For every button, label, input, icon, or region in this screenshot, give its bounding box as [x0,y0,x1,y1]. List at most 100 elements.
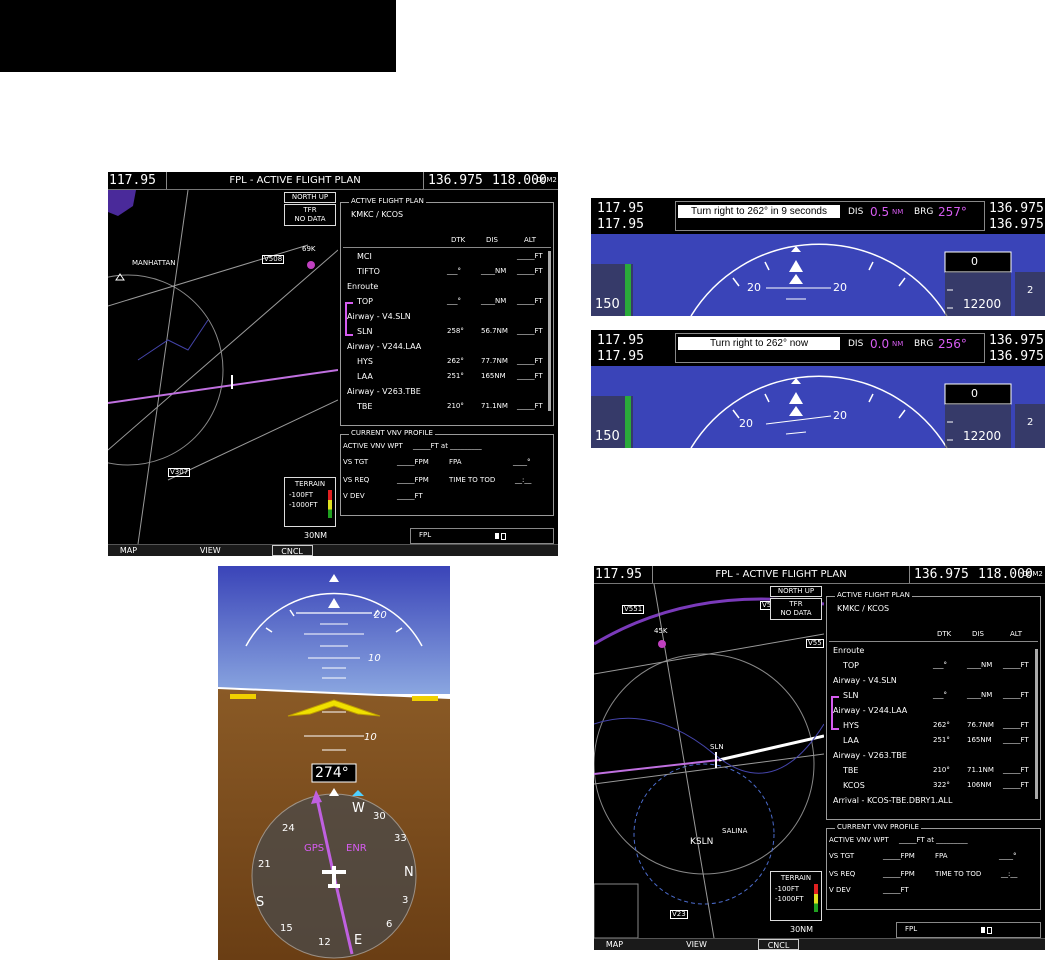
fpl-row[interactable]: KCOS 322° 106NM _____FT [827,780,1033,793]
active-leg-bracket [831,696,839,730]
fpl-row[interactable]: LAA 251° 165NM _____FT [341,371,547,384]
softkey[interactable] [353,545,394,556]
mfd2-vs-tgt-value: _____FPM [883,852,915,860]
fpl-row-name: Airway - V263.TBE [833,751,907,760]
fpl-row-dis: ____NM [481,267,507,275]
mfd1-vs-req-label: VS REQ [343,476,370,484]
softkey[interactable] [1004,939,1045,950]
mfd1-ttod-label: TIME TO TOD [449,476,496,484]
mfd1-fpl-tab[interactable]: FPL [410,528,554,544]
softkey[interactable] [963,939,1004,950]
fpl-row[interactable]: TBE 210° 71.1NM _____FT [341,401,547,414]
mfd1-com2-standby[interactable]: 136.975 [428,172,483,189]
fpl-row[interactable]: TOP ___° ____NM _____FT [827,660,1033,673]
mfd2-tfr-status: NO DATA [780,609,812,617]
mfd1-north-up-button[interactable]: NORTH UP [284,192,336,203]
fpl-row[interactable]: SLN 258° 56.7NM _____FT [341,326,547,339]
pfd-turn-message-2: 117.95 117.95 Turn right to 262° now DIS… [591,330,1045,448]
mfd2-vnv-panel: CURRENT VNV PROFILE ACTIVE VNV WPT _____… [826,823,1041,910]
softkey[interactable] [840,939,881,950]
softkey[interactable] [476,545,517,556]
fpl-row[interactable]: Airway - V4.SLN [341,311,547,324]
softkey[interactable] [231,545,272,556]
softkey[interactable] [799,939,840,950]
mfd2-north-up-button[interactable]: NORTH UP [770,586,822,597]
fpl-row[interactable]: TBE 210° 71.1NM _____FT [827,765,1033,778]
fpl-row-alt: _____FT [1003,661,1029,669]
mfd1-vs-tgt-label: VS TGT [343,458,369,466]
mfd1-route: KMKC / KCOS [351,210,404,219]
fpl-row[interactable]: LAA 251° 165NM _____FT [827,735,1033,748]
mfd2-page-title: FPL - ACTIVE FLIGHT PLAN [652,566,910,583]
fpl-row-name: TOP [843,661,860,670]
mfd1-tfr-label: TFR [303,206,317,214]
mfd2-tfr-box: TFR NO DATA [770,598,822,620]
softkey[interactable] [517,545,558,556]
mfd1-ttod-value: __:__ [515,476,532,484]
mfd2-vnv-title: CURRENT VNV PROFILE [835,823,921,831]
fpl-row[interactable]: Enroute [341,281,547,294]
softkey[interactable] [717,939,758,950]
fpl-row[interactable]: Enroute [827,645,1033,658]
mfd1-range[interactable]: 30NM [304,532,327,540]
mfd2-com2-standby[interactable]: 136.975 [914,566,969,583]
mfd2-fpl-label: FPL [905,925,918,933]
softkey[interactable] [435,545,476,556]
mfd2-com1-active[interactable]: 117.95 [595,566,642,583]
pfd2-altitude-12200: 12200 [963,429,1002,443]
mfd2-fpa-label: FPA [935,852,948,860]
fpl-row-alt: _____FT [1003,721,1029,729]
mfd1-afp-scrollbar[interactable] [548,251,551,411]
softkey[interactable] [313,545,354,556]
fpl-row-dtk: 258° [447,327,464,335]
fpl-row[interactable]: Airway - V4.SLN [827,675,1033,688]
fpl-row[interactable]: Airway - V263.TBE [827,750,1033,763]
softkey[interactable]: VIEW [190,545,231,556]
mfd1-com1-active[interactable]: 117.95 [109,172,156,189]
mfd1-terrain-label: TERRAIN [294,480,326,488]
compass-label-21: 21 [258,859,271,870]
mfd2-range[interactable]: 30NM [790,926,813,934]
mfd2-page-indicator-2 [987,927,992,934]
fpl-row[interactable]: Airway - V244.LAA [341,341,547,354]
mfd2-vdev-label: V DEV [829,886,851,894]
softkey[interactable]: CNCL VNV [758,939,799,950]
softkey[interactable] [922,939,963,950]
fpl-row[interactable]: TOP ___° ____NM _____FT [341,296,547,309]
mfd2-ttod-value: __:__ [1001,870,1018,878]
mfd1-alt-69k: 69K [302,245,316,253]
softkey[interactable]: CNCL VNV [271,545,313,556]
fpl-row-name: Airway - V4.SLN [833,676,897,685]
fpl-row[interactable]: SLN ___° ____NM _____FT [827,690,1033,703]
softkey[interactable]: VIEW [676,939,717,950]
fpl-row-alt: _____FT [1003,736,1029,744]
fpl-row[interactable]: MCI _____FT [341,251,547,264]
compass-label-n: N [404,865,414,880]
softkey[interactable] [149,545,190,556]
softkey[interactable] [394,545,435,556]
fpl-row[interactable]: TIFTO ___° ____NM _____FT [341,266,547,279]
mfd2-fpl-tab[interactable]: FPL [896,922,1041,938]
mfd1-page-indicator [495,533,499,539]
fpl-row[interactable]: Airway - V244.LAA [827,705,1033,718]
fpl-row-name: TBE [843,766,859,775]
fpl-row-alt: _____FT [517,297,543,305]
softkey[interactable] [635,939,676,950]
mfd2-afp-scrollbar[interactable] [1035,649,1038,799]
pfd1-pitch-label-20: 20 [747,281,761,294]
softkey[interactable] [881,939,922,950]
fpl-row-name: HYS [843,721,859,730]
softkey[interactable]: MAP [108,545,149,556]
mfd2-col-dis: DIS [972,630,984,638]
fpl-row[interactable]: HYS 262° 76.7NM _____FT [827,720,1033,733]
mfd2-col-alt: ALT [1010,630,1023,638]
fpl-row[interactable]: Airway - V263.TBE [341,386,547,399]
fpl-row-dtk: 210° [933,766,950,774]
fpl-row[interactable]: HYS 262° 77.7NM _____FT [341,356,547,369]
fpl-row-dtk: ___° [933,661,947,669]
softkey[interactable]: MAP [594,939,635,950]
header-black-block [0,0,396,72]
fpl-row[interactable]: Arrival - KCOS-TBE.DBRY1.ALL [827,795,1033,808]
mfd2-route: KMKC / KCOS [837,604,890,613]
mfd1-vdev-value: _____FT [397,492,423,500]
